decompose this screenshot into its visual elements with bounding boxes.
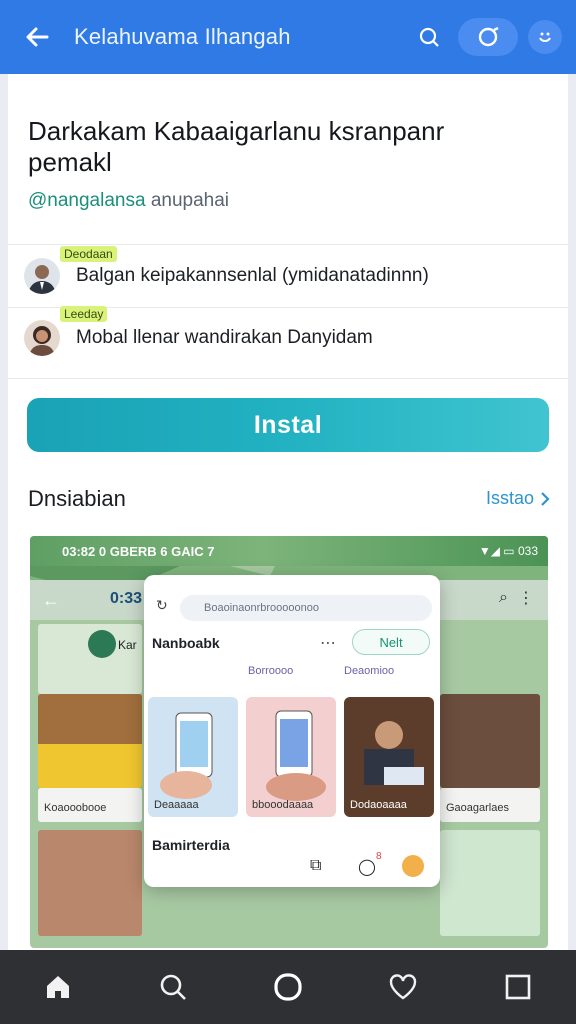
- install-button[interactable]: Instal: [27, 398, 549, 452]
- search-icon: [419, 27, 439, 47]
- search-button[interactable]: [410, 18, 448, 56]
- book-icon[interactable]: ⧉: [310, 857, 321, 875]
- avatar: [24, 258, 60, 294]
- chevron-right-icon: [541, 491, 550, 506]
- mini-label: Borroooo: [248, 665, 294, 677]
- square-icon: [506, 974, 531, 1000]
- back-button[interactable]: [0, 0, 74, 74]
- nav-search[interactable]: [143, 957, 203, 1017]
- status-text: 03:82 0 GBERB 6 GAIC 7: [62, 544, 215, 559]
- app-detail-card: Darkakam Kabaaigarlanu ksranpanr pemakl …: [8, 74, 568, 952]
- person-description: Mobal llenar wandirakan Danyidam: [76, 327, 373, 348]
- handle-text: @nangalansa: [28, 190, 146, 211]
- screenshot-app-title: 0:33: [110, 590, 143, 607]
- screenshot-tile: [38, 694, 142, 788]
- camera-button[interactable]: [458, 18, 518, 56]
- app-bar: Kelahuvama Ilhangah: [0, 0, 576, 74]
- divider: [8, 244, 568, 245]
- screenshot-tile: [38, 830, 142, 936]
- avatar: [24, 320, 60, 356]
- refresh-icon: ↻: [156, 597, 168, 613]
- screenshot-tile: Kar: [38, 624, 142, 694]
- screenshot-popup: ↻ Boaoinaonrbrooooonoo Nanboabk ⋯ Nelt B…: [144, 575, 440, 887]
- more-horizontal-icon[interactable]: ⋯: [320, 633, 336, 653]
- search-icon: [160, 974, 186, 1000]
- nav-home[interactable]: [28, 957, 88, 1017]
- nav-recents[interactable]: [488, 957, 548, 1017]
- circle-icon: [274, 973, 302, 1001]
- nav-home-circle[interactable]: [258, 957, 318, 1017]
- thumbnail[interactable]: Deaaaaa: [148, 697, 238, 817]
- home-icon: [46, 976, 69, 998]
- thumbnail[interactable]: Dodaoaaaa: [344, 697, 434, 817]
- camera-icon: [478, 26, 499, 47]
- smile-icon: [539, 32, 551, 42]
- screenshot-status-bar: 03:82 0 GBERB 6 GAIC 7 ▼◢ ▭ 033: [30, 536, 548, 566]
- bottom-nav: [0, 950, 576, 1024]
- thumbnail[interactable]: bbooodaaaa: [246, 697, 336, 817]
- arrow-left-icon: ←: [42, 590, 60, 610]
- nav-favorites[interactable]: [373, 957, 433, 1017]
- handle-suffix: anupahai: [145, 190, 230, 211]
- notification-badge: 8: [376, 851, 382, 862]
- popup-name: Nanboabk: [152, 635, 220, 651]
- screenshot-tile: [440, 694, 540, 788]
- heart-icon: [389, 974, 417, 1000]
- screenshot-tile: Gaoagarlaes: [440, 788, 540, 822]
- screenshot-tile: Koaooobooe: [38, 788, 142, 822]
- section-title: Dnsiabian: [28, 486, 126, 511]
- popup-footer-title: Bamirterdia: [152, 837, 230, 853]
- next-button[interactable]: Nelt: [352, 629, 430, 655]
- app-bar-title: Kelahuvama Ilhangah: [74, 24, 291, 49]
- search-icon: ⌕: [499, 589, 508, 606]
- comment-icon[interactable]: ◯: [358, 857, 376, 877]
- person-description: Balgan keipakannsenlal (ymidanatadinnn): [76, 265, 429, 286]
- list-item[interactable]: Mobal llenar wandirakan Danyidam: [24, 310, 544, 366]
- see-all-label: Isstao: [485, 488, 534, 508]
- profile-button[interactable]: [528, 20, 562, 54]
- list-item[interactable]: Balgan keipakannsenlal (ymidanatadinnn): [24, 248, 544, 304]
- screenshot-tile: [440, 830, 540, 936]
- see-all-link[interactable]: Isstao: [486, 488, 550, 509]
- status-right: ▼◢ ▭ 033: [478, 544, 538, 558]
- more-icon: ⋮: [518, 590, 534, 607]
- arrow-left-icon: [26, 27, 49, 47]
- page-title: Darkakam Kabaaigarlanu ksranpanr pemakl: [28, 116, 445, 177]
- divider: [8, 378, 568, 379]
- emoji-icon[interactable]: [402, 855, 424, 877]
- search-input[interactable]: Boaoinaonrbrooooonoo: [180, 595, 432, 621]
- publisher-handle[interactable]: @nangalansa anupahai: [28, 190, 229, 212]
- mini-label: Deaomioo: [344, 665, 395, 677]
